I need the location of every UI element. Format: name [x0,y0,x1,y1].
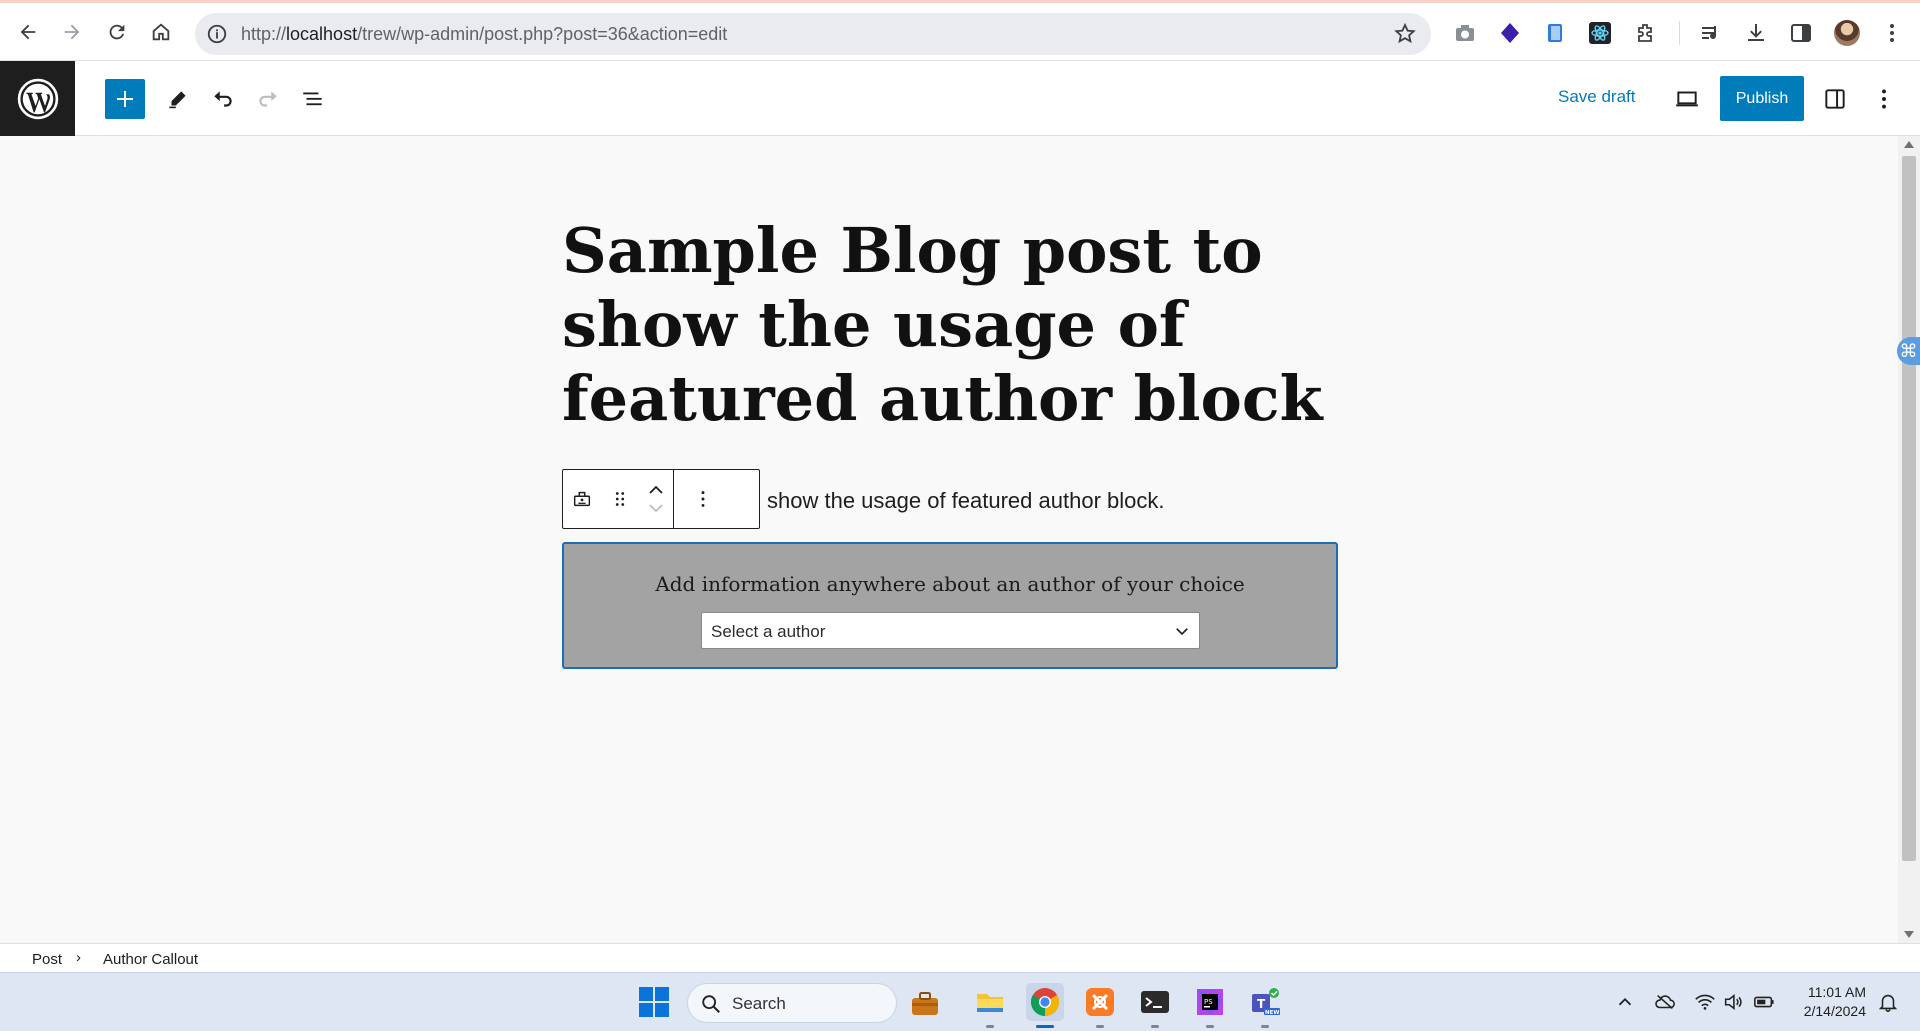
options-button[interactable] [1864,79,1904,119]
taskbar-search-label: Search [732,994,786,1013]
taskbar-indicator [986,1025,994,1028]
list-view-icon [303,92,322,106]
tools-edit-button[interactable] [158,79,198,119]
move-up-icon[interactable] [647,483,665,497]
settings-button[interactable] [1815,79,1855,119]
profile-avatar[interactable] [1834,20,1860,46]
toolbar-divider [1679,21,1680,45]
volume-icon[interactable] [1722,991,1744,1013]
author-select-value: Select a author [711,622,826,641]
settings-sidebar-icon [1825,89,1845,109]
chevron-up-icon[interactable] [1614,991,1636,1013]
redo-icon [259,91,277,107]
browser-toolbar: http://localhost/trew/wp-admin/post.php?… [0,0,1920,61]
extension-purple-icon[interactable] [1497,20,1523,46]
reload-icon[interactable] [102,17,132,47]
system-clock[interactable]: 11:01 AM 2/14/2024 [1788,983,1866,1021]
taskbar-indicator [1261,1025,1269,1028]
block-type-icon [573,491,591,507]
block-options-group [674,470,732,528]
chrome-icon[interactable] [1026,983,1064,1021]
react-devtools-icon[interactable] [1587,20,1613,46]
camera-icon[interactable] [1452,20,1478,46]
star-icon[interactable] [1393,22,1417,46]
download-icon[interactable] [1743,20,1769,46]
breadcrumb-root[interactable]: Post [32,951,62,968]
home-icon[interactable] [146,17,176,47]
plus-icon [117,91,133,107]
search-icon [702,995,720,1013]
block-options-button[interactable] [674,470,732,528]
terminal-icon[interactable] [1136,983,1174,1021]
author-callout-block[interactable]: Add information anywhere about an author… [562,542,1338,669]
teams-icon[interactable]: T NEW [1246,983,1284,1021]
file-explorer-icon[interactable] [971,983,1009,1021]
address-bar[interactable]: http://localhost/trew/wp-admin/post.php?… [195,13,1431,55]
taskbar-indicator-active [1036,1025,1054,1028]
block-toolbar-group [563,470,674,528]
briefcase-icon [912,992,938,1015]
media-controls-icon[interactable] [1698,20,1724,46]
breadcrumb-current[interactable]: Author Callout [103,951,198,968]
pencil-icon [169,91,186,109]
drag-handle[interactable] [601,470,639,528]
wifi-icon[interactable] [1694,991,1716,1013]
paragraph-block[interactable]: show the usage of featured author block. [767,488,1164,514]
wordpress-logo[interactable] [0,61,75,136]
add-block-button[interactable] [105,79,145,119]
author-select[interactable]: Select a author [701,612,1200,649]
chevron-down-icon [1176,628,1188,636]
onedrive-icon[interactable] [1654,991,1676,1013]
block-movers [639,470,673,528]
block-type-button[interactable] [563,470,601,528]
editor-canvas: Sample Blog post to show the usage of fe… [0,136,1898,943]
extensions-puzzle-icon[interactable] [1633,20,1659,46]
xampp-icon[interactable] [1081,983,1119,1021]
block-toolbar [562,469,760,529]
info-icon[interactable] [206,23,228,45]
publish-button[interactable]: Publish [1720,76,1804,121]
more-options-icon [701,491,705,507]
taskbar-indicator [1096,1025,1104,1028]
svg-text:NEW: NEW [1265,1010,1279,1016]
redo-button[interactable] [248,79,288,119]
preview-button[interactable] [1667,79,1707,119]
scroll-down-arrow[interactable] [1904,931,1914,938]
author-callout-heading: Add information anywhere about an author… [655,572,1245,596]
clock-time: 11:01 AM [1807,984,1866,1000]
battery-icon[interactable] [1753,991,1775,1013]
clock-date: 2/14/2024 [1803,1003,1866,1019]
notification-bell-icon[interactable] [1877,991,1899,1013]
post-title[interactable]: Sample Blog post to show the usage of fe… [562,214,1362,436]
scroll-up-arrow[interactable] [1904,141,1914,148]
windows-start-icon[interactable] [639,987,669,1017]
block-breadcrumb: Post › Author Callout [0,943,1920,972]
svg-text:PS: PS [1204,998,1213,1006]
drag-handle-icon [615,492,625,506]
url-text: http://localhost/trew/wp-admin/post.php?… [241,24,728,44]
undo-button[interactable] [203,79,243,119]
back-icon[interactable] [13,17,43,47]
taskbar: Search PS T NEW 11:01 AM 2/14/2024 [0,972,1920,1031]
forward-icon[interactable] [57,17,87,47]
save-draft-button[interactable]: Save draft [1558,87,1636,107]
canvas-scrollbar[interactable] [1898,136,1920,943]
editor-header: Save draft Publish [0,61,1920,136]
taskbar-indicator [1206,1025,1214,1028]
side-panel-icon[interactable] [1788,20,1814,46]
more-options-icon [1882,89,1886,109]
document-overview-button[interactable] [293,79,333,119]
phpstorm-icon[interactable]: PS [1191,983,1229,1021]
browser-menu-icon[interactable] [1879,20,1905,46]
command-key-tab-icon[interactable]: ⌘ [1897,337,1920,365]
undo-icon [214,91,232,107]
desktop-preview-icon [1676,91,1698,107]
extension-book-icon[interactable] [1542,20,1568,46]
breadcrumb-separator-icon: › [76,949,81,966]
taskbar-search[interactable]: Search [687,983,938,1023]
taskbar-indicator [1151,1025,1159,1028]
scroll-thumb[interactable] [1902,156,1916,861]
move-down-icon[interactable] [647,501,665,515]
